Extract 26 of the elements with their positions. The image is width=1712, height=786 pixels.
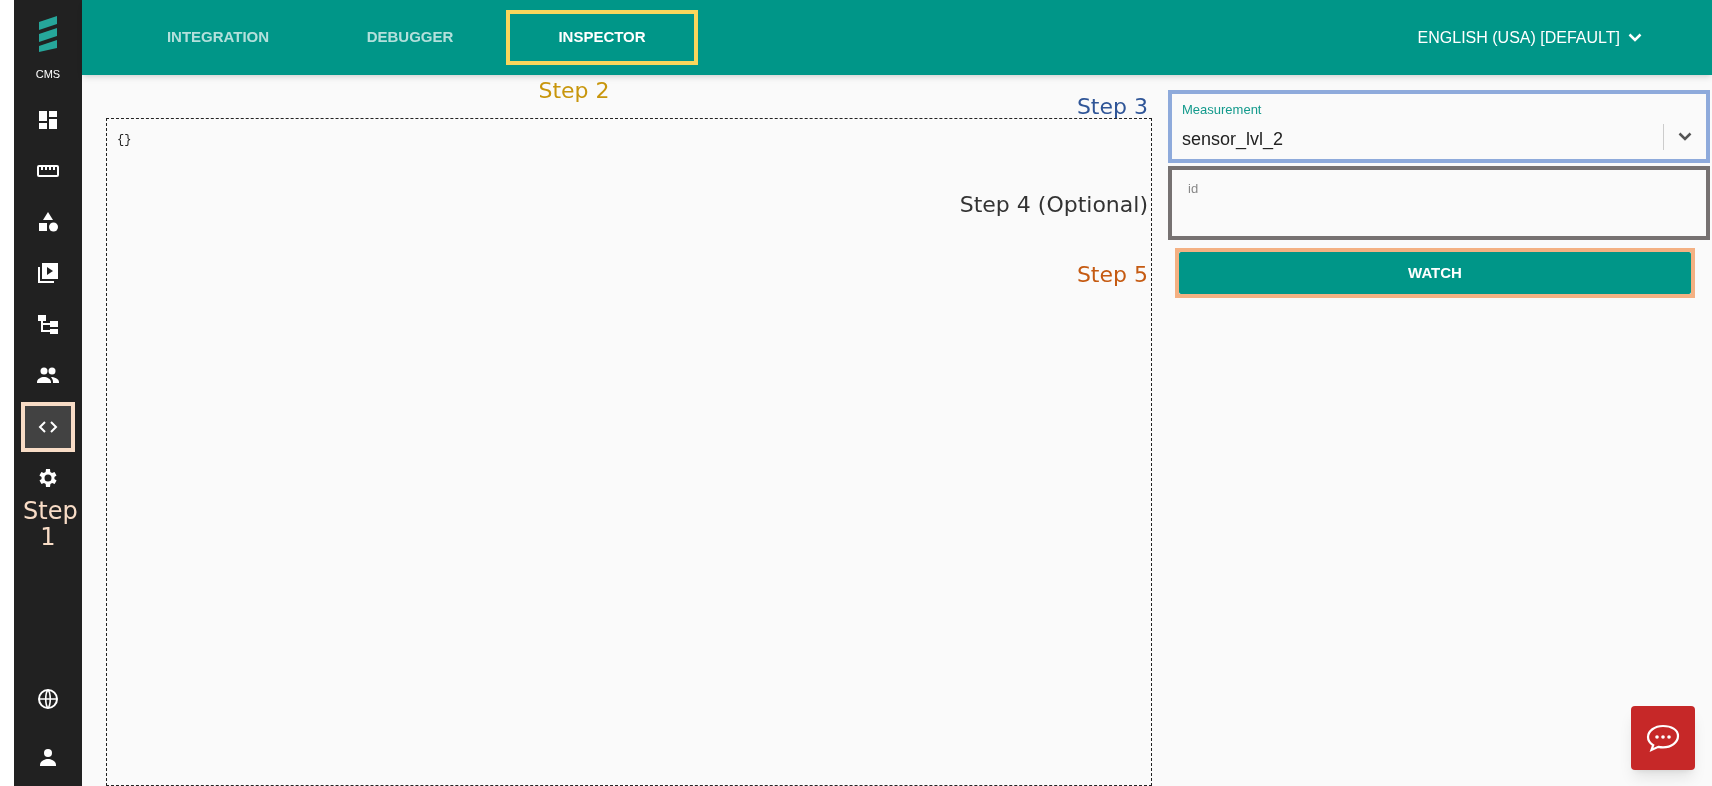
- id-field[interactable]: id: [1168, 166, 1710, 240]
- json-editor-text: {}: [117, 132, 133, 149]
- chevron-down-icon: [1678, 132, 1692, 141]
- chat-bubble-icon: [1645, 723, 1681, 753]
- step-annotation: Step 3: [1076, 93, 1148, 121]
- field-label: Measurement: [1182, 101, 1263, 120]
- language-label: ENGLISH (USA) [DEFAULT]: [1417, 27, 1620, 48]
- tab[interactable]: INSPECTOR: [506, 10, 698, 65]
- measurement-select[interactable]: Measurement sensor_lvl_2: [1168, 90, 1710, 163]
- tab[interactable]: INTEGRATION: [122, 10, 314, 65]
- hierarchy-icon: [36, 312, 60, 336]
- chat-button[interactable]: [1631, 706, 1695, 770]
- globe-icon: [36, 687, 60, 711]
- dashboard-icon: [36, 108, 60, 132]
- step-annotation: Step 2: [537, 77, 611, 105]
- tab[interactable]: DEBUGGER: [314, 10, 506, 65]
- select-value: sensor_lvl_2: [1182, 127, 1285, 152]
- step-annotation: Step 5: [1076, 261, 1148, 289]
- chevron-down-icon: [1628, 33, 1642, 42]
- logo-text: CMS: [35, 67, 61, 82]
- step-annotation: Step 4 (Optional): [959, 191, 1148, 219]
- video-library-icon: [36, 261, 60, 285]
- watch-button[interactable]: WATCH: [1179, 252, 1691, 294]
- shapes-icon: [36, 210, 60, 234]
- language-dropdown[interactable]: ENGLISH (USA) [DEFAULT]: [1417, 25, 1642, 50]
- sidebar-item[interactable]: [21, 401, 75, 452]
